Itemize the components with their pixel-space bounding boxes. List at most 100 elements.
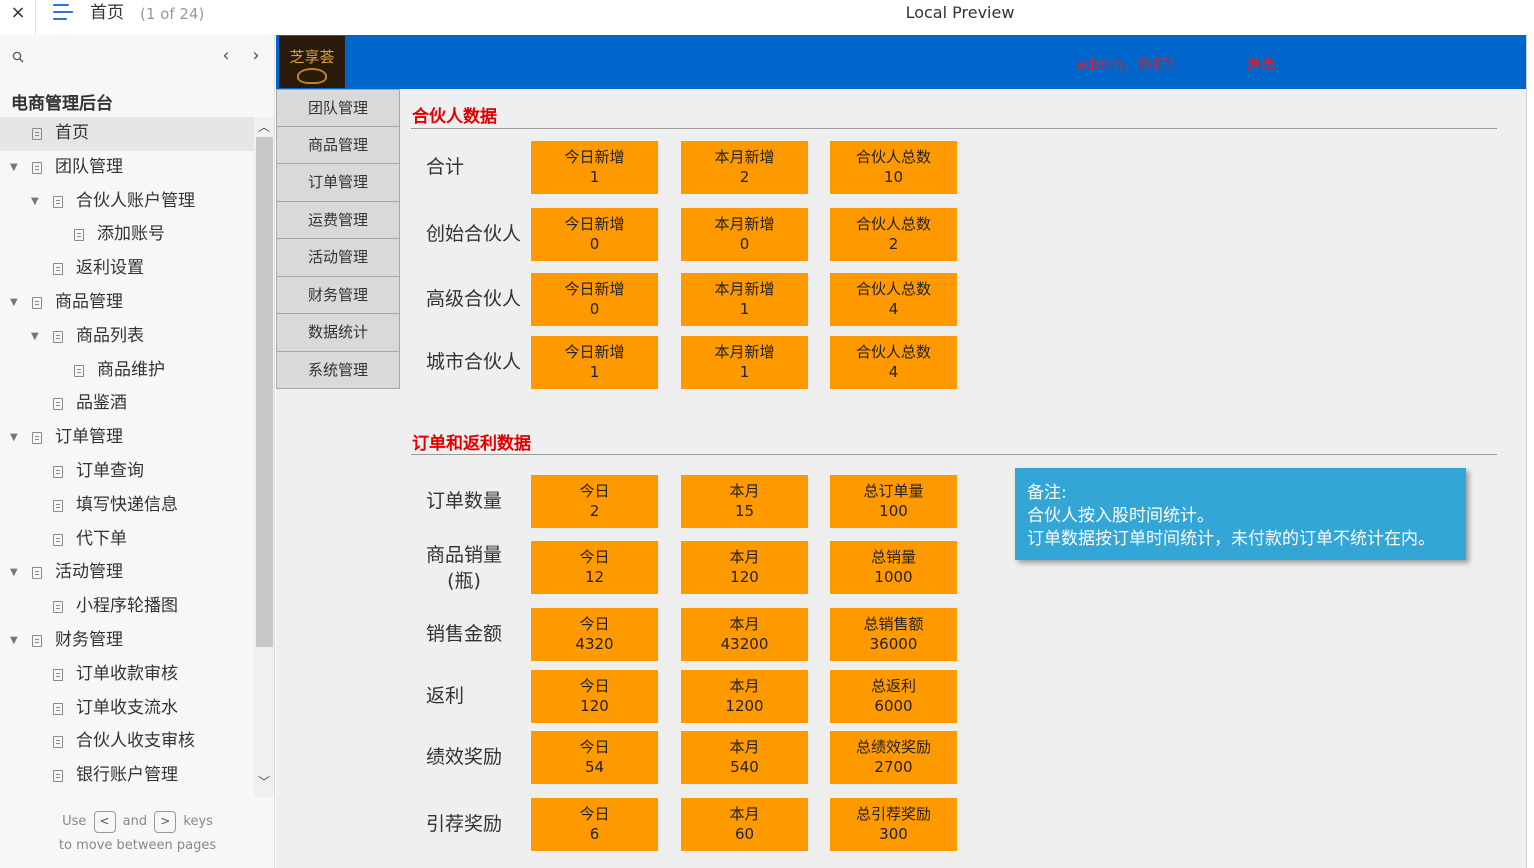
scroll-down-icon[interactable]: ﹀ — [254, 772, 274, 792]
page-icon — [53, 499, 63, 512]
sidebar-item[interactable]: ▼ 合伙人账户管理 — [0, 185, 254, 219]
row-label-text: 城市合伙人 — [426, 351, 522, 373]
close-icon[interactable]: × — [8, 2, 28, 24]
stat-card: 总订单量 100 — [830, 475, 957, 528]
sidebar-item[interactable]: 代下单 — [0, 523, 254, 557]
sidebar-scrollbar[interactable]: ︿ ﹀ — [254, 117, 274, 797]
page-icon — [32, 634, 42, 647]
stat-card: 本月新增 2 — [681, 141, 808, 194]
stat-title: 今日 — [579, 482, 610, 500]
sidebar-item[interactable]: 首页 — [0, 117, 254, 151]
order-section-title: 订单和返利数据 — [412, 434, 531, 454]
expand-arrow-icon[interactable]: ▼ — [10, 151, 18, 185]
hamburger-menu-icon[interactable] — [53, 4, 73, 22]
sidebar-item[interactable]: ▼ 团队管理 — [0, 151, 254, 185]
stat-card: 总绩效奖励 2700 — [830, 731, 957, 784]
stat-card: 总销量 1000 — [830, 541, 957, 594]
page-tree: 首页 ▼ 团队管理 ▼ 合伙人账户管理 添加账号返利设置 ▼ 商品管理 ▼ 商品列表 商品维护 品鉴酒… — [0, 117, 254, 797]
page-icon — [53, 702, 63, 715]
logo-ornament-icon — [297, 68, 327, 84]
stat-value: 12 — [584, 568, 605, 586]
menu-button[interactable]: 团队管理 — [276, 89, 400, 127]
menu-button[interactable]: 数据统计 — [276, 314, 400, 352]
left-key-icon: < — [93, 810, 116, 833]
expand-arrow-icon[interactable]: ▼ — [10, 421, 18, 455]
page-icon — [53, 601, 63, 614]
preview-canvas: 芝享荟 admin，你好! 退出 团队管理 商品管理 订单管理 运费管理 活动管理 财务管… — [276, 35, 1526, 868]
prev-page-button[interactable]: ‹ — [218, 45, 234, 66]
stat-title: 本月新增 — [714, 343, 775, 361]
expand-arrow-icon[interactable]: ▼ — [10, 556, 18, 590]
expand-arrow-icon[interactable]: ▼ — [31, 320, 39, 354]
menu-button[interactable]: 订单管理 — [276, 164, 400, 202]
expand-arrow-icon[interactable]: ▼ — [31, 185, 39, 219]
row-label-text: 创始合伙人 — [426, 223, 522, 245]
sidebar-item[interactable]: 返利设置 — [0, 252, 254, 286]
note-title: 备注: — [1027, 483, 1067, 503]
stat-title: 总引荐奖励 — [855, 805, 931, 823]
stat-title: 总销量 — [870, 548, 916, 566]
page-icon — [32, 567, 42, 580]
sidebar-item[interactable]: ▼ 活动管理 — [0, 556, 254, 590]
row-label: 创始合伙人 — [426, 221, 521, 247]
sidebar-item[interactable]: 品鉴酒 — [0, 387, 254, 421]
sidebar-item[interactable]: ▼ 财务管理 — [0, 624, 254, 658]
page-icon — [53, 736, 63, 749]
stat-value: 1 — [739, 363, 750, 381]
sidebar-item-label: 合伙人收支审核 — [76, 731, 195, 752]
stat-value: 4320 — [575, 635, 614, 653]
stat-card: 总引荐奖励 300 — [830, 798, 957, 851]
row-label-text: 引荐奖励 — [426, 813, 503, 835]
menu-button[interactable]: 活动管理 — [276, 239, 400, 277]
stat-value: 1 — [589, 363, 600, 381]
sidebar-item[interactable]: ▼ 商品列表 — [0, 320, 254, 354]
sidebar-item[interactable]: 小程序轮播图 — [0, 590, 254, 624]
menu-button[interactable]: 运费管理 — [276, 201, 400, 239]
page-icon — [32, 161, 42, 174]
stat-title: 今日新增 — [564, 280, 625, 298]
sidebar-item[interactable]: ▼ 订单管理 — [0, 421, 254, 455]
sidebar-item[interactable]: 银行账户管理 — [0, 759, 254, 793]
sidebar-item[interactable]: ▼ 商品管理 — [0, 286, 254, 320]
stat-title: 本月 — [729, 805, 760, 823]
scroll-up-icon[interactable]: ︿ — [254, 117, 274, 137]
user-greeting: admin，你好! — [1076, 55, 1175, 73]
search-icon[interactable] — [12, 51, 24, 63]
stat-value: 43200 — [720, 635, 769, 653]
page-counter: (1 of 24) — [140, 5, 205, 23]
scrollbar-thumb[interactable] — [256, 137, 273, 647]
row-label-text: 商品销量 — [426, 544, 503, 566]
sidebar-item[interactable]: 添加账号 — [0, 218, 254, 252]
stat-value: 6 — [589, 825, 600, 843]
sidebar-item-label: 返利设置 — [76, 258, 144, 279]
stat-card: 总返利 6000 — [830, 670, 957, 723]
sidebar-item-label: 商品管理 — [55, 291, 123, 312]
note-line: 合伙人按入股时间统计。 — [1027, 506, 1214, 526]
stat-title: 本月 — [729, 738, 760, 756]
expand-arrow-icon[interactable]: ▼ — [10, 286, 18, 320]
stat-title: 本月 — [729, 548, 760, 566]
sidebar-item[interactable]: 订单收支流水 — [0, 692, 254, 726]
sidebar-item-label: 首页 — [55, 123, 89, 143]
stat-card: 本月 120 — [681, 541, 808, 594]
stat-value: 120 — [580, 697, 609, 715]
menu-button[interactable]: 系统管理 — [276, 351, 400, 389]
sidebar-item[interactable]: 订单查询 — [0, 455, 254, 489]
menu-button[interactable]: 财务管理 — [276, 276, 400, 314]
row-label-text: 销售金额 — [426, 623, 503, 645]
sidebar-item[interactable]: 商品维护 — [0, 354, 254, 388]
brand-logo: 芝享荟 — [279, 36, 345, 88]
stat-card: 合伙人总数 4 — [830, 273, 957, 326]
next-page-button[interactable]: › — [248, 45, 264, 66]
menu-button[interactable]: 商品管理 — [276, 126, 400, 164]
stat-card: 本月新增 1 — [681, 273, 808, 326]
logout-link[interactable]: 退出 — [1246, 53, 1276, 74]
sidebar-item-label: 订单查询 — [76, 460, 144, 481]
sidebar-item[interactable]: 合伙人收支审核 — [0, 725, 254, 759]
sidebar-item[interactable]: 订单收款审核 — [0, 658, 254, 692]
expand-arrow-icon[interactable]: ▼ — [10, 624, 18, 658]
stat-value: 1 — [739, 300, 750, 318]
current-page-name: 首页 — [90, 3, 124, 23]
stat-title: 今日 — [579, 738, 610, 756]
sidebar-item[interactable]: 填写快递信息 — [0, 489, 254, 523]
